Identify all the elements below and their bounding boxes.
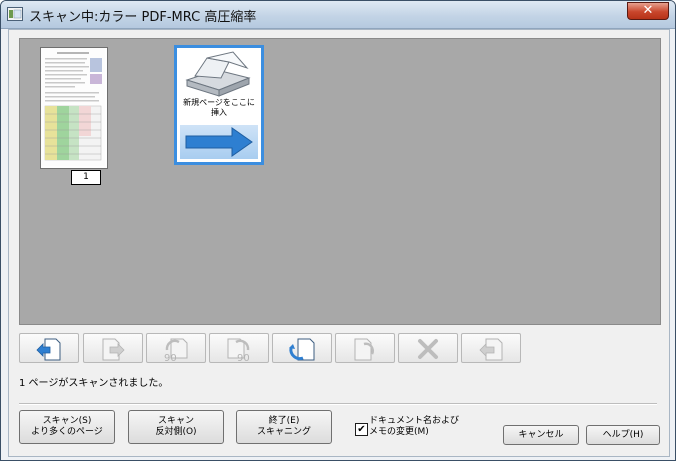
insert-new-page-tile[interactable]: 新規ページをここに 挿入 xyxy=(174,45,264,165)
move-icon xyxy=(479,338,503,361)
status-text: 1 ページがスキャンされました。 xyxy=(19,378,169,389)
scan-dialog-window: スキャン中:カラー PDF-MRC 高圧縮率 ✕ 1 新規ページをここに 挿入 … xyxy=(0,0,676,461)
scanner-icon xyxy=(185,51,251,97)
rotate-right-90-icon: 90 xyxy=(227,338,250,362)
document-preview-icon xyxy=(41,48,105,166)
close-icon: ✕ xyxy=(642,3,654,18)
delete-page-button[interactable] xyxy=(398,333,458,363)
rotate-right-90-button[interactable]: 90 xyxy=(209,333,269,363)
rotate-180-icon xyxy=(289,338,315,361)
page-number-label: 1 xyxy=(71,170,101,185)
delete-icon xyxy=(418,339,438,359)
insert-before-icon xyxy=(36,338,61,361)
title-bar[interactable]: スキャン中:カラー PDF-MRC 高圧縮率 ✕ xyxy=(1,1,675,29)
change-name-memo-checkbox[interactable]: ✔ xyxy=(355,423,368,436)
checkmark-icon: ✔ xyxy=(357,424,366,435)
flip-page-button[interactable] xyxy=(335,333,395,363)
dialog-body: 1 新規ページをここに 挿入 90 90 1 ページがスキャンされました。 スキ… xyxy=(8,29,670,457)
finish-scanning-button[interactable]: 終了(E) スキャニング xyxy=(236,410,332,444)
insert-before-button[interactable] xyxy=(19,333,79,363)
change-name-memo-label[interactable]: ドキュメント名および メモの変更(M) xyxy=(369,416,459,438)
arrow-right-icon xyxy=(185,127,253,157)
rotate-left-90-icon: 90 xyxy=(164,338,188,362)
divider xyxy=(19,403,657,405)
window-title: スキャン中:カラー PDF-MRC 高圧縮率 xyxy=(29,10,257,25)
insert-after-icon xyxy=(102,338,125,361)
flip-icon xyxy=(354,338,375,361)
insert-label: 新規ページをここに 挿入 xyxy=(183,98,255,117)
move-page-button[interactable] xyxy=(461,333,521,363)
rotate-180-button[interactable] xyxy=(272,333,332,363)
help-button[interactable]: ヘルプ(H) xyxy=(586,425,660,445)
svg-text:90: 90 xyxy=(164,353,177,362)
svg-text:90: 90 xyxy=(237,353,250,362)
rotate-left-90-button[interactable]: 90 xyxy=(146,333,206,363)
scan-reverse-side-button[interactable]: スキャン 反対側(O) xyxy=(128,410,224,444)
close-button[interactable]: ✕ xyxy=(627,2,669,20)
scan-more-pages-button[interactable]: スキャン(S) より多くのページ xyxy=(19,410,115,444)
app-icon xyxy=(7,7,23,21)
insert-after-button[interactable] xyxy=(83,333,143,363)
page-viewer[interactable]: 1 新規ページをここに 挿入 xyxy=(19,38,661,325)
scanned-page-thumbnail[interactable] xyxy=(40,47,108,169)
cancel-button[interactable]: キャンセル xyxy=(503,425,579,445)
